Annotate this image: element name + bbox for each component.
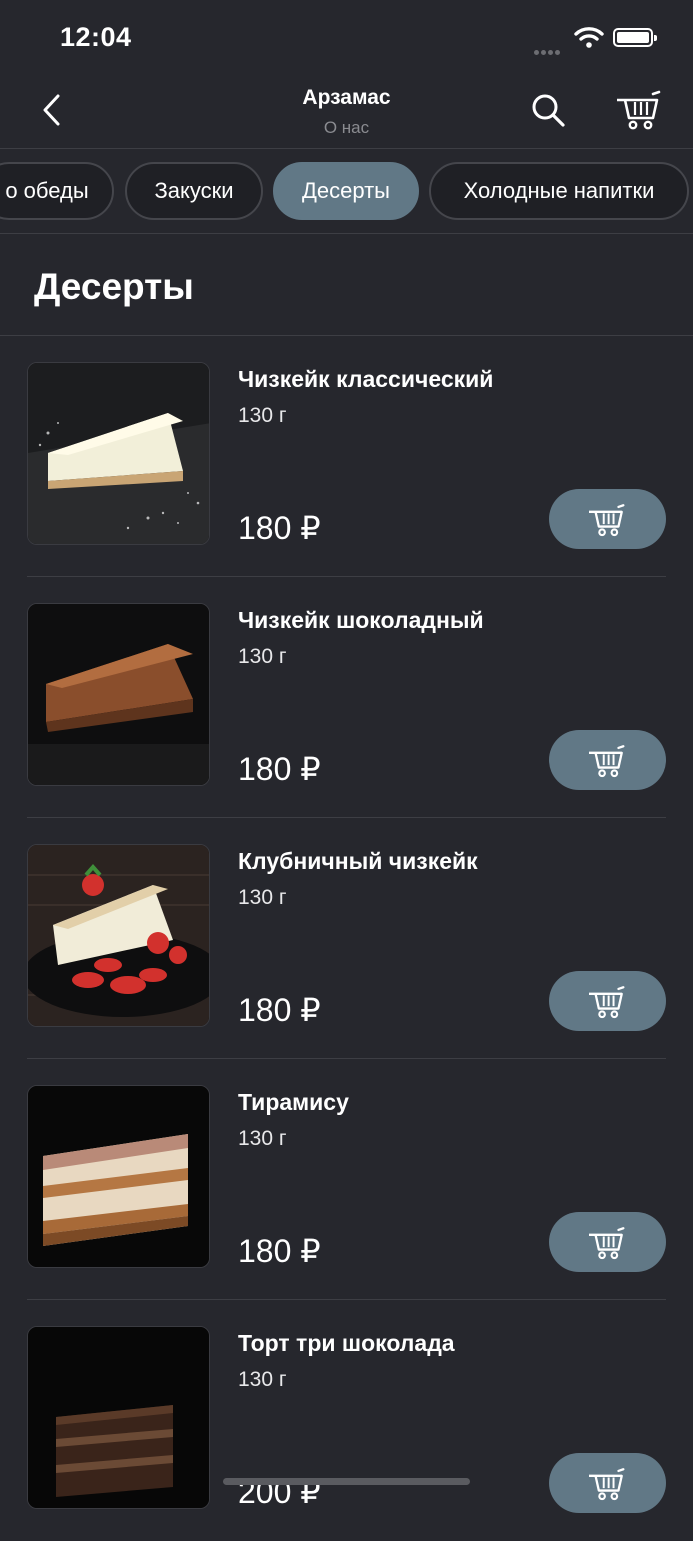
about-link[interactable]: О нас [0,118,693,138]
product-weight: 130 г [238,404,287,427]
product-weight: 130 г [238,1368,287,1391]
wifi-icon [574,27,604,48]
cart-button[interactable] [615,88,663,132]
product-image[interactable] [27,844,210,1027]
product-price: 180 ₽ [238,1233,321,1269]
product-item[interactable]: Чизкейк классический 130 г 180 ₽ [0,336,693,577]
product-name: Чизкейк шоколадный [238,607,484,633]
add-to-cart-button[interactable] [549,1212,666,1272]
cellular-signal-icon [534,42,562,60]
product-price: 180 ₽ [238,992,321,1028]
product-item[interactable]: Клубничный чизкейк 130 г 180 ₽ [0,818,693,1059]
product-weight: 130 г [238,1127,287,1150]
product-list: Чизкейк классический 130 г 180 ₽ Чизкейк… [0,336,693,1541]
product-weight: 130 г [238,886,287,909]
product-image[interactable] [27,603,210,786]
product-item[interactable]: Тирамису 130 г 180 ₽ [0,1059,693,1300]
product-name: Клубничный чизкейк [238,848,478,874]
product-item[interactable]: Торт три шоколада 130 г 200 ₽ [0,1300,693,1541]
shopping-cart-icon [589,745,625,778]
product-name: Чизкейк классический [238,366,494,392]
category-chip-desserts[interactable]: Десерты [273,162,419,220]
product-image[interactable] [27,362,210,545]
section-header: Десерты [0,234,693,336]
search-button[interactable] [528,90,568,130]
add-to-cart-button[interactable] [549,1453,666,1513]
shopping-cart-icon [589,1468,625,1501]
battery-icon [613,28,657,47]
navigation-bar: Арзамас О нас [0,76,693,149]
search-icon [532,94,565,127]
product-name: Торт три шоколада [238,1330,455,1356]
product-item[interactable]: Чизкейк шоколадный 130 г 180 ₽ [0,577,693,818]
category-chip-lunch[interactable]: о обеды [0,162,114,220]
home-indicator[interactable] [223,1478,470,1485]
product-name: Тирамису [238,1089,349,1115]
product-image[interactable] [27,1326,210,1509]
shopping-cart-icon [617,90,661,130]
product-weight: 130 г [238,645,287,668]
category-chip-cold-drinks[interactable]: Холодные напитки [429,162,689,220]
status-time: 12:04 [60,22,132,52]
add-to-cart-button[interactable] [549,730,666,790]
add-to-cart-button[interactable] [549,971,666,1031]
status-bar: 12:04 [0,0,693,76]
category-tabs: о обеды Закуски Десерты Холодные напитки [0,149,693,234]
shopping-cart-icon [589,504,625,537]
shopping-cart-icon [589,1227,625,1260]
category-chip-snacks[interactable]: Закуски [125,162,263,220]
product-price: 180 ₽ [238,751,321,787]
shopping-cart-icon [589,986,625,1019]
section-title: Десерты [34,266,194,307]
product-price: 180 ₽ [238,510,321,546]
product-image[interactable] [27,1085,210,1268]
restaurant-title[interactable]: Арзамас [0,86,693,110]
add-to-cart-button[interactable] [549,489,666,549]
